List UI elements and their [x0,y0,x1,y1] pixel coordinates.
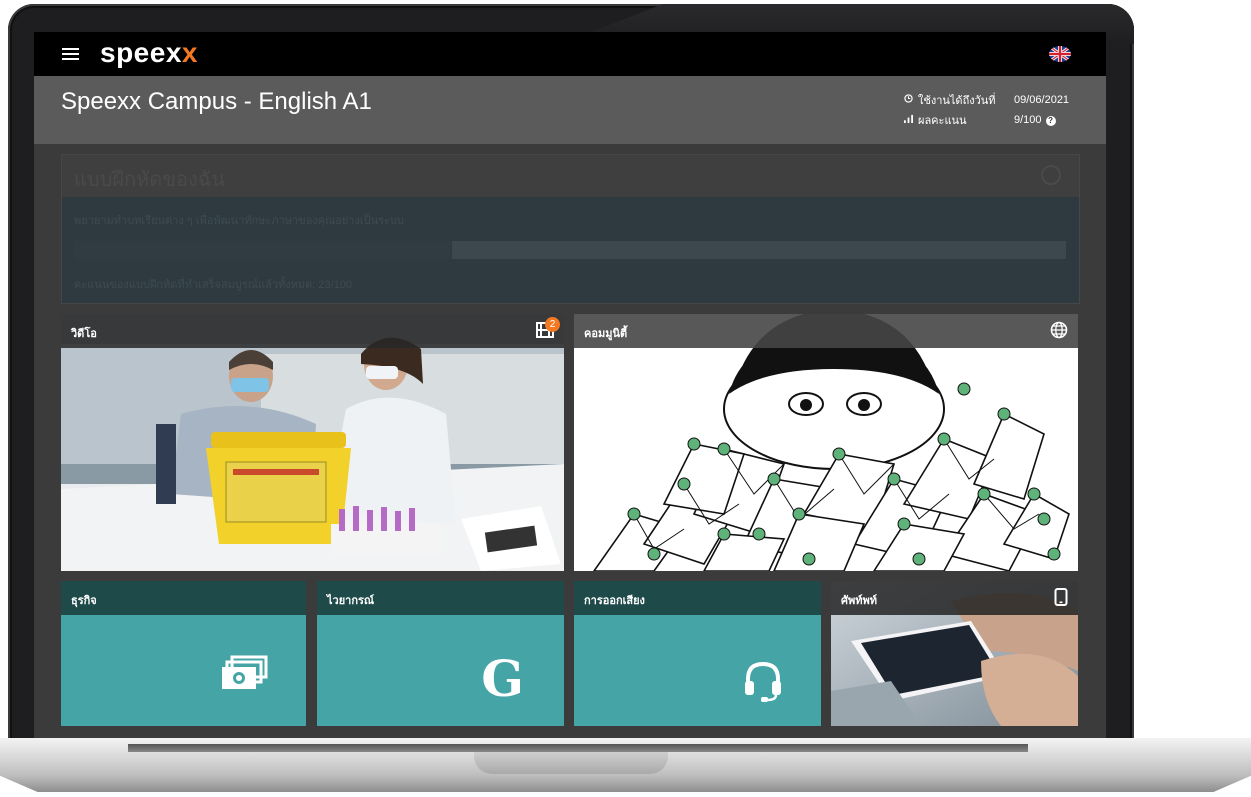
play-circle-icon[interactable] [1041,165,1061,185]
tile-community-label: คอมมูนิตี้ [574,314,1078,348]
hamburger-menu-icon[interactable] [62,48,79,60]
tile-video-label: วิดีโอ [61,314,564,348]
practice-progress-track [452,241,1066,259]
tile-business-label: ธุรกิจ [71,595,97,607]
tile-pronunciation[interactable]: การออกเสียง [574,581,821,726]
practice-score-text: คะแนนของแบบฝึกหัดที่ทำเสร็จสมบูรณ์แล้วทั… [74,279,353,291]
laptop-hinge [128,744,1028,752]
practice-body: พยายามทำบทเรียนต่าง ๆ เพื่อพัฒนาทักษะภาษ… [62,197,1079,303]
video-badge: 2 [545,317,560,332]
score-row: ผลคะแนน 9/100? [904,110,1094,130]
valid-until-row: ใช้งานได้ถึงวันที่ 09/06/2021 [904,90,1094,110]
logo-main-text: speex [100,37,182,68]
film-icon: 2 [536,317,560,344]
tile-phone-label: ศัพท์พท์ [831,581,1078,615]
tile-grammar[interactable]: ไวยากรณ์ G [317,581,564,726]
course-meta: ใช้งานได้ถึงวันที่ 09/06/2021 ผลคะแนน 9/… [904,90,1094,130]
tile-video[interactable]: วิดีโอ 2 [61,314,564,571]
tile-phone[interactable]: ศัพท์พท์ [831,581,1078,726]
practice-progress-filled [74,241,451,259]
logo-accent-text: x [181,37,198,68]
score-label: ผลคะแนน [918,115,967,127]
tile-community[interactable]: คอมมูนิตี้ [574,314,1078,571]
course-title: Speexx Campus - English A1 [61,88,372,115]
video-thumbnail-image [61,314,564,571]
valid-until-label: ใช้งานได้ถึงวันที่ [918,95,996,107]
top-bar: speexx [34,32,1106,76]
practice-title: แบบฝึกหัดของฉัน [74,169,226,191]
laptop-notch [474,752,668,774]
help-icon[interactable]: ? [1045,116,1056,126]
mobile-icon [1054,588,1068,611]
practice-description: พยายามทำบทเรียนต่าง ๆ เพื่อพัฒนาทักษะภาษ… [74,215,404,227]
uk-flag-icon[interactable] [1049,46,1071,62]
tile-grammar-body [317,615,564,726]
tile-business[interactable]: ธุรกิจ [61,581,306,726]
headset-icon [743,659,783,708]
clock-icon [904,94,918,106]
money-stack-icon [220,655,268,696]
laptop-screen: speexx Speexx Campus - English A1 ใช้งาน… [34,32,1106,738]
community-illustration [574,314,1078,571]
score-value-text: 9/100 [1014,114,1042,126]
valid-until-value: 09/06/2021 [1014,94,1070,106]
tile-pronunciation-label: การออกเสียง [584,595,645,607]
signal-bars-icon [904,114,918,126]
my-practice-panel: แบบฝึกหัดของฉัน พยายามทำบทเรียนต่าง ๆ เพ… [61,154,1080,304]
course-header: Speexx Campus - English A1 ใช้งานได้ถึงว… [34,76,1106,144]
speexx-logo[interactable]: speexx [100,37,198,69]
tile-pronunciation-body [574,615,821,726]
score-value: 9/100? [1014,114,1074,126]
tile-business-body [61,615,306,726]
grammar-g-icon: G [481,649,524,708]
globe-icon [1050,321,1068,344]
tile-grammar-label: ไวยากรณ์ [327,595,375,607]
